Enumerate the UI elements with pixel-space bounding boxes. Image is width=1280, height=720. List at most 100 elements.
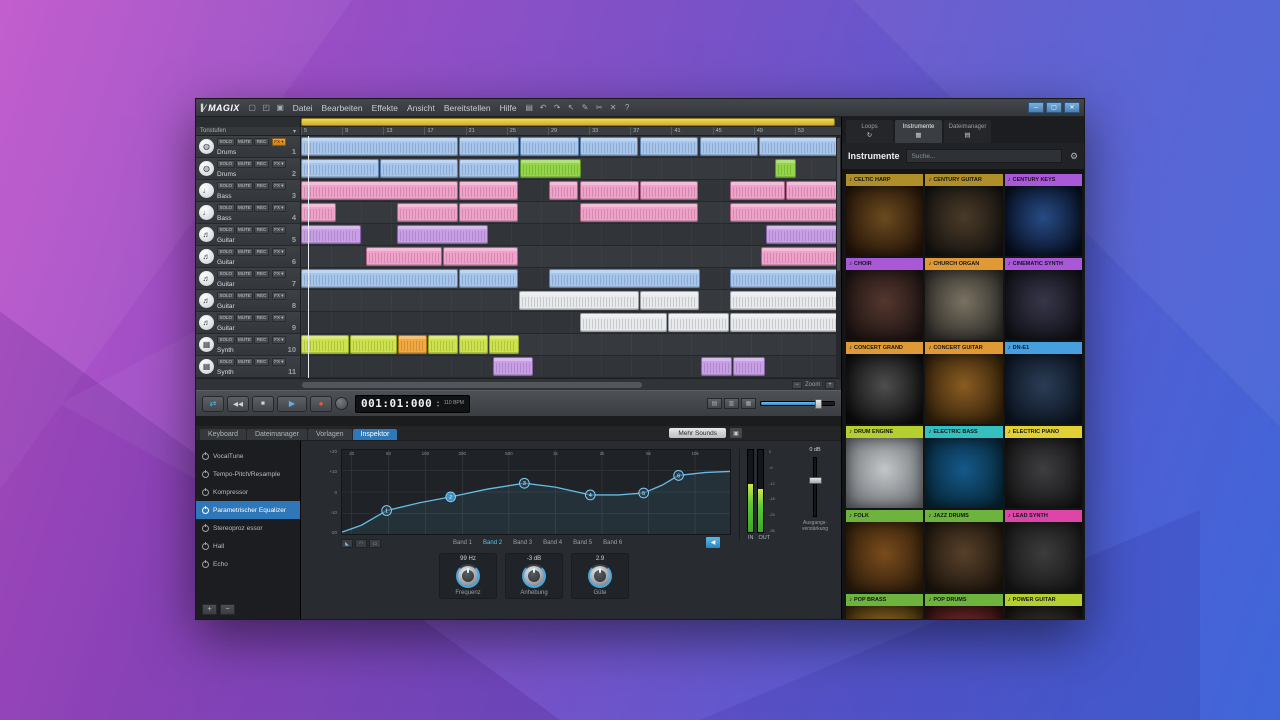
track-lane[interactable] xyxy=(301,356,841,377)
audio-clip[interactable] xyxy=(775,159,797,178)
audio-clip[interactable] xyxy=(489,335,518,354)
tab-loops[interactable]: Loops↻ xyxy=(846,120,893,143)
track-rec-button[interactable]: REC xyxy=(254,248,269,256)
track-rec-button[interactable]: REC xyxy=(254,292,269,300)
playback-range-marker[interactable] xyxy=(301,118,835,126)
mixer-view-icon[interactable]: ▥ xyxy=(724,398,739,409)
menu-item-hilfe[interactable]: Hilfe xyxy=(500,103,517,113)
audio-clip[interactable] xyxy=(580,313,667,332)
power-icon[interactable] xyxy=(202,453,209,460)
master-volume-slider[interactable] xyxy=(760,401,835,406)
track-lane[interactable] xyxy=(301,158,841,179)
track-header[interactable]: ▦SOLOMUTERECFX ▾Synth10 xyxy=(196,334,301,355)
track-lane[interactable] xyxy=(301,180,841,201)
track-lane[interactable] xyxy=(301,224,841,245)
track-rec-button[interactable]: REC xyxy=(254,204,269,212)
audio-clip[interactable] xyxy=(520,159,580,178)
instrument-tile[interactable]: ♪LEAD SYNTH xyxy=(1005,510,1082,592)
audio-clip[interactable] xyxy=(443,247,518,266)
eq-band-point-2[interactable]: 2 xyxy=(446,492,456,502)
track-lane[interactable] xyxy=(301,202,841,223)
audio-clip[interactable] xyxy=(398,335,428,354)
track-lane[interactable] xyxy=(301,246,841,267)
audio-clip[interactable] xyxy=(640,137,698,156)
cut-icon[interactable]: ✂ xyxy=(594,102,605,114)
track-mute-button[interactable]: MUTE xyxy=(236,292,254,300)
audio-clip[interactable] xyxy=(459,269,518,288)
audio-clip[interactable] xyxy=(733,357,765,376)
track-mute-button[interactable]: MUTE xyxy=(236,160,254,168)
audio-clip[interactable] xyxy=(520,137,578,156)
gain-slider-handle[interactable] xyxy=(809,477,822,484)
open-project-icon[interactable]: ◰ xyxy=(261,102,272,114)
instrument-tile[interactable]: ♪CHOIR xyxy=(846,258,923,340)
eq-band-point-1[interactable]: 1 xyxy=(382,506,392,516)
audio-clip[interactable] xyxy=(761,247,841,266)
instrument-tile[interactable]: ♪CHURCH ORGAN xyxy=(925,258,1002,340)
draw-icon[interactable]: ✎ xyxy=(580,102,591,114)
audio-clip[interactable] xyxy=(701,357,732,376)
track-solo-button[interactable]: SOLO xyxy=(217,226,235,234)
audio-clip[interactable] xyxy=(366,247,442,266)
track-fx-button[interactable]: FX ▾ xyxy=(272,160,286,168)
track-list-header-dropdown[interactable]: Tonstufen ▾ xyxy=(196,127,301,135)
horizontal-scrollbar[interactable] xyxy=(302,382,642,388)
track-rec-button[interactable]: REC xyxy=(254,182,269,190)
instrument-tile[interactable]: ♪CINEMATIC SYNTH xyxy=(1005,258,1082,340)
band-button[interactable]: Band 1 xyxy=(453,540,472,546)
audio-clip[interactable] xyxy=(580,203,699,222)
track-header[interactable]: ♬SOLOMUTERECFX ▾Guitar8 xyxy=(196,290,301,311)
speaker-icon[interactable]: ▣ xyxy=(730,428,742,438)
export-icon[interactable]: ▤ xyxy=(524,102,535,114)
instrument-tile[interactable]: ♪CENTURY GUITAR xyxy=(925,174,1002,256)
audio-clip[interactable] xyxy=(397,203,458,222)
gear-icon[interactable]: ⚙ xyxy=(1068,151,1080,162)
track-solo-button[interactable]: SOLO xyxy=(217,160,235,168)
peak-filter-icon[interactable]: ◠ xyxy=(355,539,367,548)
audio-clip[interactable] xyxy=(459,203,518,222)
audio-clip[interactable] xyxy=(380,159,458,178)
track-mute-button[interactable]: MUTE xyxy=(236,336,254,344)
track-rec-button[interactable]: REC xyxy=(254,226,269,234)
audio-clip[interactable] xyxy=(549,181,578,200)
track-solo-button[interactable]: SOLO xyxy=(217,292,235,300)
knob-güte[interactable]: 2.9Güte xyxy=(571,553,629,599)
tab-dateimanager[interactable]: Dateimanager xyxy=(247,429,307,440)
audio-clip[interactable] xyxy=(730,269,841,288)
audio-clip[interactable] xyxy=(640,291,699,310)
knob-dial[interactable] xyxy=(522,564,546,588)
eq-band-point-3[interactable]: 3 xyxy=(520,478,530,488)
band-button[interactable]: Band 3 xyxy=(513,540,532,546)
audio-clip[interactable] xyxy=(301,137,458,156)
menu-item-ansicht[interactable]: Ansicht xyxy=(407,103,435,113)
instrument-tile[interactable]: ♪JAZZ DRUMS xyxy=(925,510,1002,592)
track-solo-button[interactable]: SOLO xyxy=(217,138,235,146)
band-button[interactable]: Band 5 xyxy=(573,540,592,546)
track-solo-button[interactable]: SOLO xyxy=(217,248,235,256)
instrument-tile[interactable]: ♪FOLK xyxy=(846,510,923,592)
arranger-view-icon[interactable]: ▤ xyxy=(707,398,722,409)
menu-item-bereitstellen[interactable]: Bereitstellen xyxy=(444,103,491,113)
track-fx-button[interactable]: FX ▾ xyxy=(272,314,286,322)
track-fx-button[interactable]: FX ▾ xyxy=(272,204,286,212)
audio-clip[interactable] xyxy=(730,203,841,222)
track-solo-button[interactable]: SOLO xyxy=(217,358,235,366)
effect-item[interactable]: Tempo-Pitch/Resample xyxy=(196,465,300,483)
instrument-tile[interactable]: ♪POP DRUMS xyxy=(925,594,1002,620)
track-solo-button[interactable]: SOLO xyxy=(217,182,235,190)
audio-clip[interactable] xyxy=(700,137,758,156)
new-project-icon[interactable]: ▢ xyxy=(247,102,258,114)
instrument-tile[interactable]: ♪CENTURY KEYS xyxy=(1005,174,1082,256)
minimize-button[interactable]: ─ xyxy=(1028,102,1044,113)
record-button[interactable]: ● xyxy=(310,396,332,412)
low-shelf-icon[interactable]: ◣ xyxy=(341,539,353,548)
audio-clip[interactable] xyxy=(786,181,841,200)
knob-dial[interactable] xyxy=(456,564,480,588)
save-project-icon[interactable]: ▣ xyxy=(275,102,286,114)
audio-clip[interactable] xyxy=(730,291,841,310)
audio-clip[interactable] xyxy=(549,269,700,288)
track-header[interactable]: ▦SOLOMUTERECFX ▾Synth11 xyxy=(196,356,301,377)
timeline-ruler[interactable]: 591317212529333741454953 xyxy=(301,127,836,135)
eq-plot[interactable]: 20501002005001k2k5k10k123456 xyxy=(341,449,731,535)
track-mute-button[interactable]: MUTE xyxy=(236,270,254,278)
